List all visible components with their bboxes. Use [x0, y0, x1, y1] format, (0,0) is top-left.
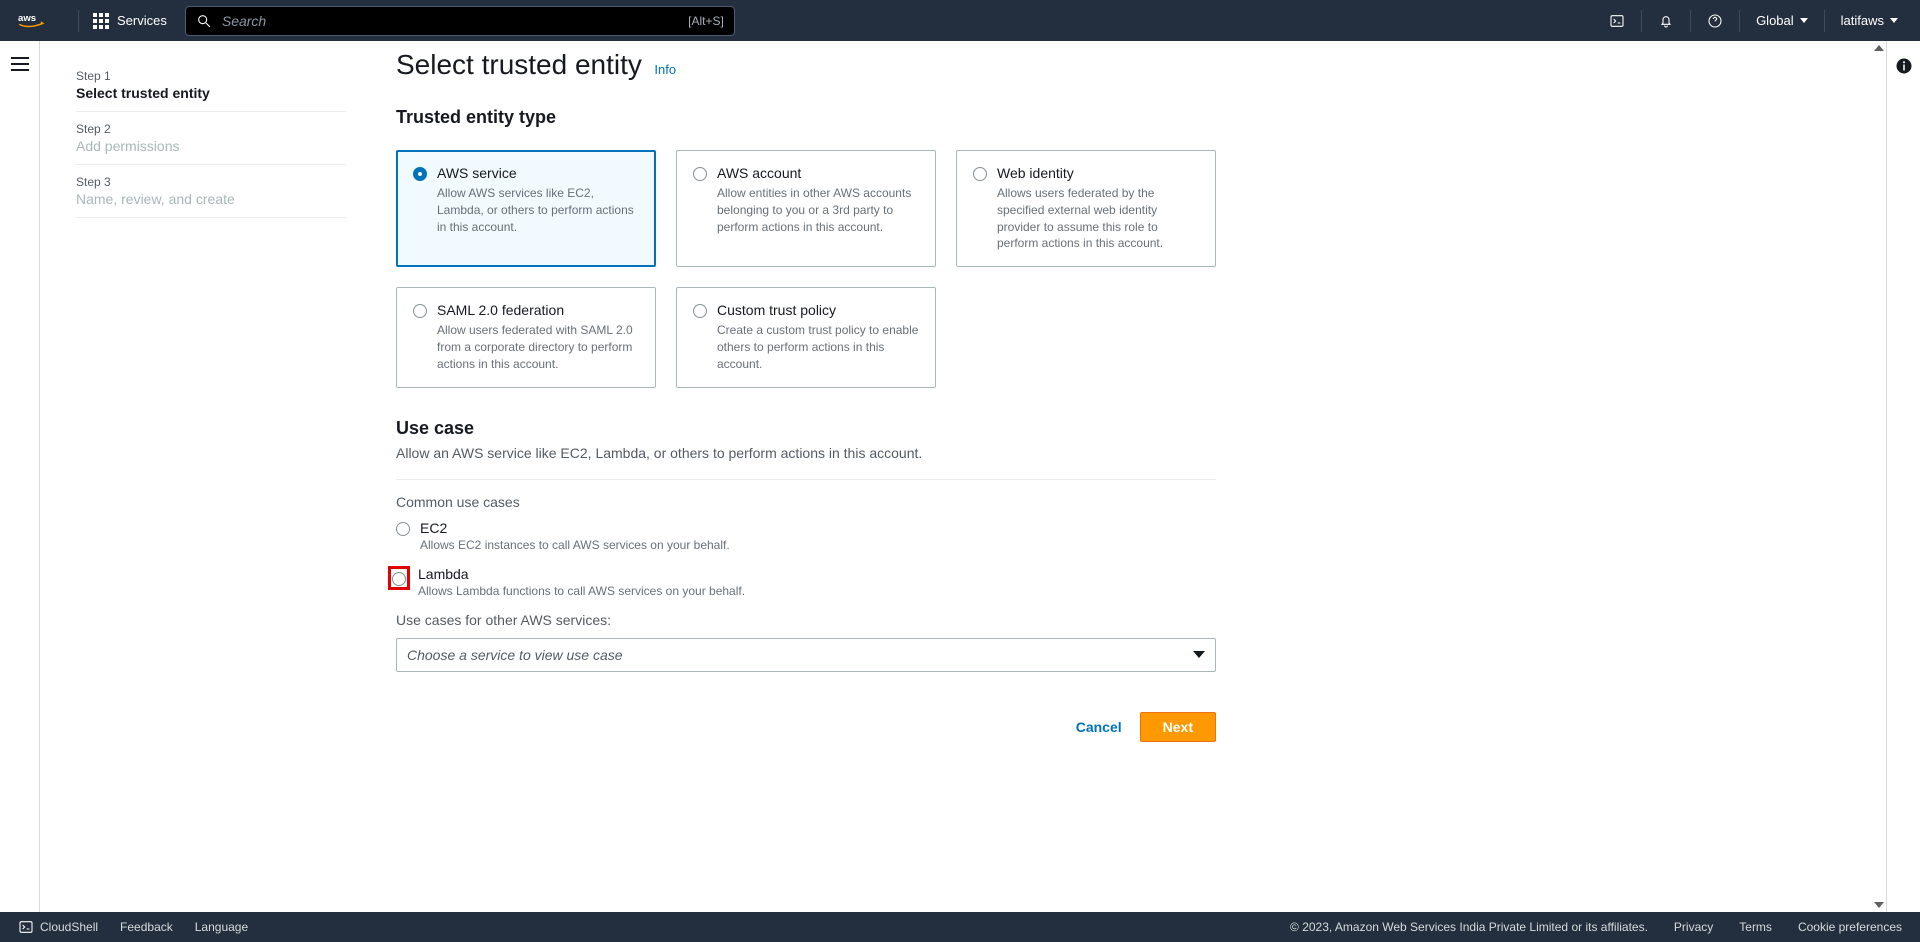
card-title: AWS service [437, 165, 639, 181]
radio-icon [693, 167, 707, 181]
cloudshell-link[interactable]: CloudShell [18, 919, 98, 935]
cloudshell-icon-button[interactable] [1599, 7, 1635, 35]
search-icon [196, 13, 212, 29]
service-select[interactable]: Choose a service to view use case [396, 638, 1216, 672]
feedback-link[interactable]: Feedback [120, 920, 173, 934]
step-1[interactable]: Step 1 Select trusted entity [76, 59, 346, 112]
usecase-title: Lambda [418, 566, 745, 582]
card-desc: Allow users federated with SAML 2.0 from… [437, 322, 639, 372]
aws-logo[interactable]: aws [12, 10, 60, 32]
step-3[interactable]: Step 3 Name, review, and create [76, 165, 346, 218]
entity-saml[interactable]: SAML 2.0 federation Allow users federate… [396, 287, 656, 387]
cancel-button[interactable]: Cancel [1076, 719, 1122, 735]
entity-type-heading: Trusted entity type [396, 107, 1216, 128]
card-title: Custom trust policy [717, 302, 919, 318]
card-title: Web identity [997, 165, 1199, 181]
usecase-title: EC2 [420, 520, 730, 536]
usecase-lambda[interactable]: Lambda Allows Lambda functions to call A… [396, 566, 1216, 598]
nav-divider [1690, 10, 1691, 32]
other-usecases-label: Use cases for other AWS services: [396, 612, 1216, 628]
card-title: AWS account [717, 165, 919, 181]
help-button[interactable] [1697, 7, 1733, 35]
step-title: Add permissions [76, 138, 346, 154]
language-link[interactable]: Language [195, 920, 248, 934]
region-selector[interactable]: Global [1746, 7, 1818, 34]
cloudshell-label: CloudShell [40, 920, 98, 934]
usecase-ec2[interactable]: EC2 Allows EC2 instances to call AWS ser… [396, 520, 1216, 552]
usecase-desc: Allows Lambda functions to call AWS serv… [418, 584, 745, 598]
account-label: latifaws [1841, 13, 1884, 28]
highlight-box [388, 566, 410, 590]
card-title: SAML 2.0 federation [437, 302, 639, 318]
card-desc: Create a custom trust policy to enable o… [717, 322, 919, 372]
card-desc: Allows users federated by the specified … [997, 185, 1199, 252]
right-rail [1886, 41, 1920, 912]
next-button[interactable]: Next [1140, 712, 1216, 742]
nav-divider [1739, 10, 1740, 32]
left-rail [0, 41, 40, 912]
search-input[interactable] [222, 13, 652, 29]
caret-down-icon [1890, 18, 1898, 23]
step-title: Name, review, and create [76, 191, 346, 207]
step-number: Step 3 [76, 175, 346, 189]
svg-text:aws: aws [18, 13, 36, 24]
search-shortcut: [Alt+S] [688, 14, 724, 28]
radio-icon [693, 304, 707, 318]
step-2[interactable]: Step 2 Add permissions [76, 112, 346, 165]
nav-divider [1824, 10, 1825, 32]
entity-cards: AWS service Allow AWS services like EC2,… [396, 150, 1216, 388]
radio-icon [413, 167, 427, 181]
nav-divider [1641, 10, 1642, 32]
cookies-link[interactable]: Cookie preferences [1798, 920, 1902, 934]
account-menu[interactable]: latifaws [1831, 7, 1908, 34]
info-icon[interactable] [1895, 57, 1913, 75]
terminal-icon [1609, 13, 1625, 29]
entity-aws-account[interactable]: AWS account Allow entities in other AWS … [676, 150, 936, 267]
radio-icon [396, 522, 410, 536]
terms-link[interactable]: Terms [1739, 920, 1772, 934]
chevron-down-icon [1193, 651, 1205, 658]
services-button[interactable]: Services [85, 9, 175, 33]
feedback-label: Feedback [120, 920, 173, 934]
privacy-link[interactable]: Privacy [1674, 920, 1713, 934]
services-label: Services [117, 13, 167, 28]
caret-down-icon [1800, 18, 1808, 23]
select-placeholder: Choose a service to view use case [407, 647, 623, 663]
usecase-heading: Use case [396, 418, 1216, 439]
step-number: Step 1 [76, 69, 346, 83]
wizard-actions: Cancel Next [396, 712, 1216, 742]
bell-icon [1658, 13, 1674, 29]
menu-toggle[interactable] [11, 57, 29, 71]
common-usecases-label: Common use cases [396, 494, 1216, 510]
language-label: Language [195, 920, 248, 934]
help-icon [1707, 13, 1723, 29]
grid-icon [93, 13, 109, 29]
usecase-desc: Allows EC2 instances to call AWS service… [420, 538, 730, 552]
copyright: © 2023, Amazon Web Services India Privat… [1290, 920, 1648, 934]
nav-divider [78, 10, 79, 32]
step-number: Step 2 [76, 122, 346, 136]
footer: CloudShell Feedback Language © 2023, Ama… [0, 912, 1920, 942]
radio-icon [973, 167, 987, 181]
main-scroll[interactable]: Step 1 Select trusted entity Step 2 Add … [40, 41, 1886, 912]
info-link[interactable]: Info [654, 62, 676, 77]
entity-web-identity[interactable]: Web identity Allows users federated by t… [956, 150, 1216, 267]
card-desc: Allow AWS services like EC2, Lambda, or … [437, 185, 639, 235]
step-title: Select trusted entity [76, 85, 346, 101]
search-box[interactable]: [Alt+S] [185, 6, 735, 36]
top-nav: aws Services [Alt+S] Global latifaws [0, 0, 1920, 41]
usecase-subhead: Allow an AWS service like EC2, Lambda, o… [396, 445, 1216, 461]
entity-custom-policy[interactable]: Custom trust policy Create a custom trus… [676, 287, 936, 387]
page-title: Select trusted entity [396, 49, 642, 81]
divider [396, 479, 1216, 480]
terminal-icon [18, 919, 34, 935]
notifications-button[interactable] [1648, 7, 1684, 35]
main-content: Select trusted entity Info Trusted entit… [396, 49, 1216, 742]
entity-aws-service[interactable]: AWS service Allow AWS services like EC2,… [396, 150, 656, 267]
card-desc: Allow entities in other AWS accounts bel… [717, 185, 919, 235]
radio-icon [392, 572, 406, 586]
radio-icon [413, 304, 427, 318]
region-label: Global [1756, 13, 1794, 28]
wizard-steps: Step 1 Select trusted entity Step 2 Add … [76, 49, 346, 742]
